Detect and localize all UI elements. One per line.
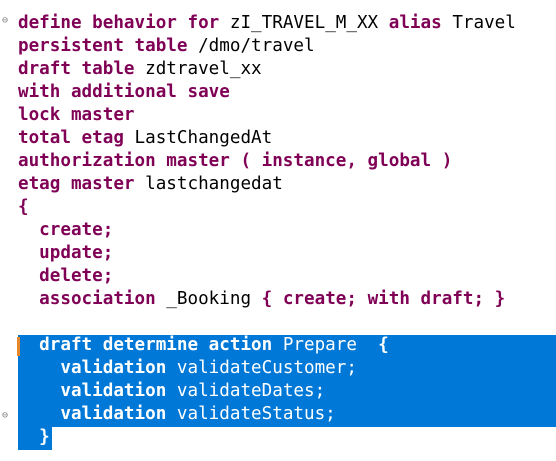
identifier-token: LastChangedAt bbox=[134, 128, 273, 148]
code-line[interactable]: draft determine action Prepare { bbox=[0, 334, 556, 357]
code-line[interactable]: with additional save bbox=[0, 81, 556, 104]
code-text: lock master bbox=[18, 104, 135, 127]
keyword-token: { bbox=[378, 335, 389, 355]
code-text: update; bbox=[18, 242, 113, 265]
code-text: total etag LastChangedAt bbox=[18, 127, 272, 150]
code-text: define behavior for zI_TRAVEL_M_XX alias… bbox=[18, 12, 516, 35]
code-line[interactable]: delete; bbox=[0, 265, 556, 288]
keyword-token: draft table bbox=[18, 59, 146, 79]
code-text: delete; bbox=[18, 265, 113, 288]
keyword-token: validation bbox=[18, 381, 177, 401]
code-editor[interactable]: ⊖ ⊖ define behavior for zI_TRAVEL_M_XX a… bbox=[0, 0, 556, 461]
code-text: etag master lastchangedat bbox=[18, 173, 283, 196]
code-line[interactable]: validation validateCustomer; bbox=[0, 357, 556, 380]
code-line[interactable]: create; bbox=[0, 219, 556, 242]
code-line[interactable]: draft table zdtravel_xx bbox=[0, 58, 556, 81]
code-text: association _Booking { create; with draf… bbox=[18, 288, 505, 311]
code-text: validation validateDates; bbox=[18, 380, 325, 403]
code-line[interactable]: } bbox=[0, 426, 556, 449]
code-text: { bbox=[18, 196, 29, 219]
identifier-token: Prepare bbox=[282, 335, 379, 355]
keyword-token: lock master bbox=[18, 105, 135, 125]
keyword-token: create; bbox=[18, 220, 114, 240]
code-line[interactable]: authorization master ( instance, global … bbox=[0, 150, 556, 173]
keyword-token: total etag bbox=[18, 128, 135, 148]
identifier-token: /dmo/travel bbox=[198, 36, 315, 56]
keyword-token: update; bbox=[18, 243, 114, 263]
code-text: persistent table /dmo/travel bbox=[18, 35, 315, 58]
keyword-token: define behavior for bbox=[18, 13, 230, 33]
code-text: validation validateStatus; bbox=[18, 403, 336, 426]
keyword-token: { bbox=[18, 197, 29, 217]
keyword-token: authorization master ( instance, global … bbox=[18, 151, 453, 171]
code-line[interactable]: update; bbox=[0, 242, 556, 265]
code-line[interactable]: lock master bbox=[0, 104, 556, 127]
identifier-token: Travel bbox=[452, 13, 516, 33]
keyword-token: { create; with draft; } bbox=[261, 289, 506, 309]
code-line[interactable]: total etag LastChangedAt bbox=[0, 127, 556, 150]
identifier-token: zI_TRAVEL_M_XX bbox=[229, 13, 389, 33]
identifier-token: validateDates; bbox=[176, 381, 326, 401]
code-text: with additional save bbox=[18, 81, 230, 104]
code-text: validation validateCustomer; bbox=[18, 357, 357, 380]
code-line[interactable]: association _Booking { create; with draf… bbox=[0, 288, 556, 311]
keyword-token: validation bbox=[18, 358, 177, 378]
code-text: authorization master ( instance, global … bbox=[18, 150, 452, 173]
identifier-token: zdtravel_xx bbox=[145, 59, 262, 79]
code-line[interactable]: { bbox=[0, 196, 556, 219]
keyword-token: delete; bbox=[18, 266, 114, 286]
identifier-token: validateCustomer; bbox=[176, 358, 357, 378]
identifier-token: _Booking bbox=[166, 289, 262, 309]
code-line[interactable]: validation validateStatus; bbox=[0, 403, 556, 426]
code-text: create; bbox=[18, 219, 113, 242]
code-line[interactable]: etag master lastchangedat bbox=[0, 173, 556, 196]
identifier-token: lastchangedat bbox=[145, 174, 283, 194]
keyword-token: alias bbox=[388, 13, 453, 33]
code-text: } bbox=[18, 426, 50, 449]
keyword-token: draft determine action bbox=[18, 335, 283, 355]
code-text: draft table zdtravel_xx bbox=[18, 58, 262, 81]
keyword-token: } bbox=[18, 427, 50, 447]
keyword-token: association bbox=[18, 289, 167, 309]
code-line[interactable]: validation validateDates; bbox=[0, 380, 556, 403]
code-line[interactable]: define behavior for zI_TRAVEL_M_XX alias… bbox=[0, 12, 556, 35]
keyword-token: persistent table bbox=[18, 36, 199, 56]
code-line[interactable] bbox=[0, 311, 556, 334]
code-text: draft determine action Prepare { bbox=[18, 334, 389, 357]
keyword-token: validation bbox=[18, 404, 177, 424]
keyword-token: etag master bbox=[18, 174, 146, 194]
code-line[interactable]: persistent table /dmo/travel bbox=[0, 35, 556, 58]
identifier-token: validateStatus; bbox=[176, 404, 336, 424]
keyword-token: with additional save bbox=[18, 82, 230, 102]
